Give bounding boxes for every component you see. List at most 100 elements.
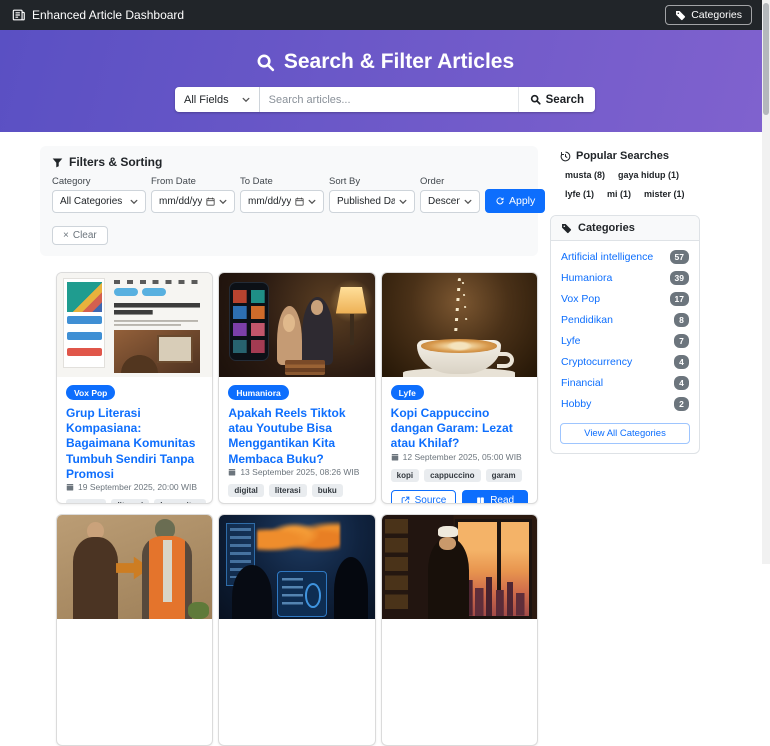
scrollbar-track[interactable]: [762, 0, 770, 564]
category-item[interactable]: Pendidikan 8: [551, 309, 699, 330]
calendar-icon: [206, 197, 215, 206]
category-count-badge: 57: [670, 250, 689, 264]
thumbnail-art: [462, 282, 468, 330]
article-tag[interactable]: voxpop: [66, 499, 106, 504]
search-button-label: Search: [546, 94, 584, 106]
date-controls: [206, 197, 227, 206]
search-button[interactable]: Search: [518, 87, 595, 112]
category-link[interactable]: Vox Pop: [561, 293, 600, 305]
article-title-link[interactable]: Kopi Cappuccino dangan Garam: Lezat atau…: [391, 406, 528, 452]
article-category-badge[interactable]: Lyfe: [391, 385, 424, 400]
category-link[interactable]: Humaniora: [561, 272, 612, 284]
article-thumbnail[interactable]: [382, 273, 537, 377]
article-category-badge[interactable]: Vox Pop: [66, 385, 115, 400]
article-tags: voxpop literasi digital komunitas: [66, 499, 203, 504]
article-title-link[interactable]: Grup Literasi Kompasiana: Bagaimana Komu…: [66, 406, 203, 482]
view-all-categories-button[interactable]: View All Categories: [560, 423, 690, 444]
category-link[interactable]: Financial: [561, 377, 603, 389]
category-link[interactable]: Hobby: [561, 398, 591, 410]
category-item[interactable]: Cryptocurrency 4: [551, 351, 699, 372]
to-date-input[interactable]: mm/dd/yyyy: [240, 190, 324, 213]
article-thumbnail[interactable]: [219, 273, 374, 377]
book-icon: [476, 496, 485, 504]
article-category-badge[interactable]: Humaniora: [228, 385, 288, 400]
to-date-filter: To Date mm/dd/yyyy: [240, 176, 324, 213]
order-select[interactable]: Descending: [420, 190, 480, 213]
article-tag[interactable]: digital: [228, 484, 264, 497]
to-date-value: mm/dd/yyyy: [248, 196, 291, 207]
category-item[interactable]: Vox Pop 17: [551, 288, 699, 309]
article-thumbnail[interactable]: [219, 515, 374, 619]
category-count-badge: 17: [670, 292, 689, 306]
from-date-input[interactable]: mm/dd/yyyy: [151, 190, 235, 213]
category-select[interactable]: All Categories: [52, 190, 146, 213]
category-item[interactable]: Humaniora 39: [551, 267, 699, 288]
article-tag[interactable]: garam: [486, 469, 522, 482]
popular-search-tag[interactable]: mi (1): [607, 189, 631, 199]
calendar-icon: [66, 483, 74, 491]
thumbnail-art: [114, 330, 199, 373]
category-item[interactable]: Financial 4: [551, 372, 699, 393]
category-count-badge: 39: [670, 271, 689, 285]
sort-select[interactable]: Published Date: [329, 190, 415, 213]
filters-row: Category All Categories From Date mm/dd/…: [52, 176, 526, 213]
apply-button-label: Apply: [509, 195, 535, 207]
category-link[interactable]: Artificial intelligence: [561, 251, 653, 263]
popular-searches-title: Popular Searches: [560, 150, 700, 162]
popular-search-tag[interactable]: gaya hidup (1): [618, 170, 679, 180]
article-thumbnail[interactable]: [57, 273, 212, 377]
article-card-body: Lyfe Kopi Cappuccino dangan Garam: Lezat…: [382, 377, 537, 504]
clear-button[interactable]: × Clear: [52, 226, 108, 245]
article-title-link[interactable]: Apakah Reels Tiktok atau Youtube Bisa Me…: [228, 406, 365, 467]
search-input[interactable]: [260, 87, 518, 112]
thumbnail-art: [438, 526, 458, 536]
scrollbar-thumb[interactable]: [763, 3, 769, 115]
article-tag[interactable]: kopi: [391, 469, 419, 482]
thumbnail-art: [285, 360, 325, 375]
article-tag[interactable]: literasi: [269, 484, 307, 497]
app-brand[interactable]: Enhanced Article Dashboard: [12, 8, 184, 22]
search-icon: [530, 94, 541, 105]
read-button-label: Read: [490, 495, 514, 504]
article-tag[interactable]: buku: [312, 484, 343, 497]
apply-button[interactable]: Apply: [485, 189, 545, 213]
article-tag[interactable]: komunitas: [154, 499, 206, 504]
category-link[interactable]: Pendidikan: [561, 314, 613, 326]
category-link[interactable]: Lyfe: [561, 335, 580, 347]
filters-title-text: Filters & Sorting: [69, 155, 162, 169]
category-count-badge: 4: [674, 355, 689, 369]
article-thumbnail[interactable]: [57, 515, 212, 619]
category-item[interactable]: Lyfe 7: [551, 330, 699, 351]
category-item[interactable]: Hobby 2: [551, 393, 699, 414]
category-item[interactable]: Artificial intelligence 57: [551, 246, 699, 267]
category-label: Category: [52, 176, 146, 187]
popular-searches-panel: Popular Searches musta (8) gaya hidup (1…: [550, 146, 700, 199]
source-button[interactable]: Source: [391, 490, 457, 504]
search-field-select[interactable]: All Fields: [175, 87, 260, 112]
popular-search-tag[interactable]: lyfe (1): [565, 189, 594, 199]
tags-icon: [675, 10, 686, 21]
thumbnail-art: [114, 320, 198, 326]
thumbnail-art: [302, 297, 333, 365]
popular-search-tags: musta (8) gaya hidup (1) lyfe (1) mi (1)…: [560, 170, 700, 199]
article-card-body: Vox Pop Grup Literasi Kompasiana: Bagaim…: [57, 377, 212, 504]
categories-panel-header: Categories: [551, 216, 699, 241]
article-tag[interactable]: literasi digital: [111, 499, 149, 504]
read-button[interactable]: Read: [462, 490, 528, 504]
sidebar: Popular Searches musta (8) gaya hidup (1…: [550, 146, 700, 746]
categories-panel-title: Categories: [578, 222, 635, 234]
popular-search-tag[interactable]: musta (8): [565, 170, 605, 180]
close-icon: ×: [63, 230, 69, 241]
thumbnail-art: [114, 288, 137, 296]
thumbnail-art: [188, 602, 210, 619]
category-link[interactable]: Cryptocurrency: [561, 356, 632, 368]
page-title-text: Search & Filter Articles: [284, 50, 514, 74]
sort-label: Sort By: [329, 176, 415, 187]
article-tag[interactable]: cappuccino: [424, 469, 480, 482]
article-date-text: 12 September 2025, 05:00 WIB: [403, 452, 522, 462]
navbar-categories-button[interactable]: Categories: [665, 5, 752, 25]
hero-section: Search & Filter Articles All Fields Sear…: [0, 30, 770, 132]
popular-search-tag[interactable]: mister (1): [644, 189, 685, 199]
article-thumbnail[interactable]: [382, 515, 537, 619]
category-count-badge: 7: [674, 334, 689, 348]
